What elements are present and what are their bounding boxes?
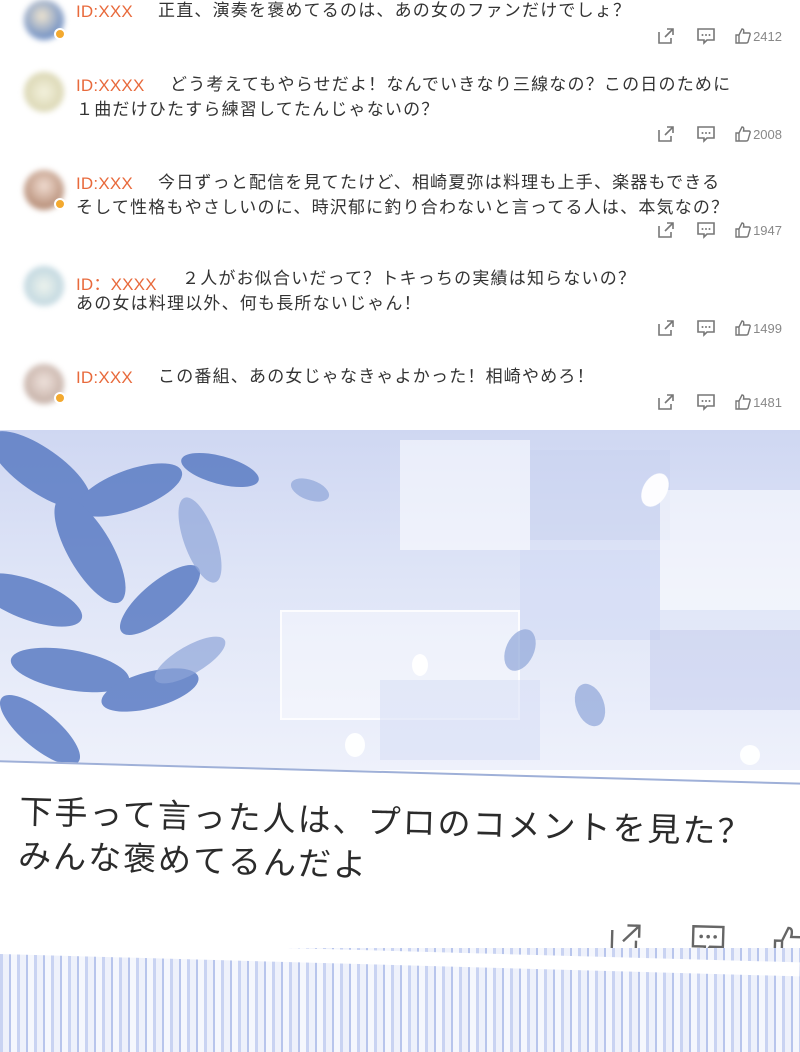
comment-list: ID:XXX 正直、演奏を褒めてるのは、あの女のファンだけでしょ？ 2412 I… bbox=[0, 0, 800, 420]
comment-text: ２人がお似合いだって？トキっちの実績は知らないの？ bbox=[182, 269, 637, 289]
like-button[interactable]: 2412 bbox=[734, 27, 782, 45]
avatar[interactable] bbox=[24, 170, 66, 210]
comment-user-id[interactable]: ID:XXX bbox=[76, 368, 133, 388]
comment-actions: 1499 bbox=[636, 318, 782, 338]
comment-text: そして性格もやさしいのに、時沢郁に釣り合わないと言ってる人は、本気なの？ bbox=[76, 198, 730, 218]
avatar[interactable] bbox=[24, 72, 64, 112]
comment-text: 正直、演奏を褒めてるのは、あの女のファンだけでしょ？ bbox=[158, 1, 632, 21]
share-icon[interactable] bbox=[656, 319, 676, 337]
comment-text: １曲だけひたすら練習してたんじゃないの？ bbox=[76, 100, 440, 120]
reply-icon[interactable] bbox=[696, 221, 716, 239]
thumbs-up-icon bbox=[735, 28, 751, 44]
comment-user-id[interactable]: ID:XXX bbox=[76, 2, 133, 22]
share-icon[interactable] bbox=[656, 125, 676, 143]
thumbs-up-icon bbox=[735, 394, 751, 410]
avatar[interactable] bbox=[24, 0, 66, 40]
comment-text: どう考えてもやらせだよ！なんでいきなり三線なの？この日のために bbox=[170, 75, 732, 95]
like-button[interactable]: 1947 bbox=[734, 221, 782, 239]
reply-icon[interactable] bbox=[696, 125, 716, 143]
like-button[interactable]: 1481 bbox=[734, 393, 782, 411]
badge-icon bbox=[54, 198, 66, 210]
comment-text: 今日ずっと配信を見てたけど、相崎夏弥は料理も上手、楽器もできる bbox=[158, 173, 721, 193]
comment-actions: 2412 bbox=[636, 26, 782, 46]
thumbs-up-icon bbox=[735, 320, 751, 336]
comment-text: あの女は料理以外、何も長所ないじゃん！ bbox=[76, 294, 422, 314]
comment-actions: 2008 bbox=[636, 124, 782, 144]
thumbs-up-icon bbox=[735, 222, 751, 238]
like-count: 1947 bbox=[753, 222, 782, 238]
comment-actions: 1947 bbox=[636, 220, 782, 240]
like-count: 2008 bbox=[753, 126, 782, 142]
like-button[interactable]: 2008 bbox=[734, 125, 782, 143]
reply-icon[interactable] bbox=[696, 27, 716, 45]
comment-actions: 1481 bbox=[636, 392, 782, 412]
share-icon[interactable] bbox=[656, 27, 676, 45]
leaves-illustration bbox=[0, 431, 760, 765]
like-button[interactable]: 1499 bbox=[734, 319, 782, 337]
share-icon[interactable] bbox=[656, 221, 676, 239]
share-icon[interactable] bbox=[656, 393, 676, 411]
thumbs-up-icon bbox=[735, 126, 751, 142]
comment-user-id[interactable]: ID:XXXX bbox=[76, 76, 144, 96]
badge-icon bbox=[54, 28, 66, 40]
avatar[interactable] bbox=[24, 364, 66, 404]
like-count: 1499 bbox=[753, 320, 782, 336]
like-count: 2412 bbox=[753, 28, 782, 44]
avatar[interactable] bbox=[24, 266, 64, 306]
reply-icon[interactable] bbox=[696, 319, 716, 337]
reply-icon[interactable] bbox=[696, 393, 716, 411]
badge-icon bbox=[54, 392, 66, 404]
like-count: 1481 bbox=[753, 394, 782, 410]
comment-text: この番組、あの女じゃなきゃよかった！相崎やめろ！ bbox=[158, 367, 595, 387]
comment-user-id[interactable]: ID:XXX bbox=[76, 174, 133, 194]
